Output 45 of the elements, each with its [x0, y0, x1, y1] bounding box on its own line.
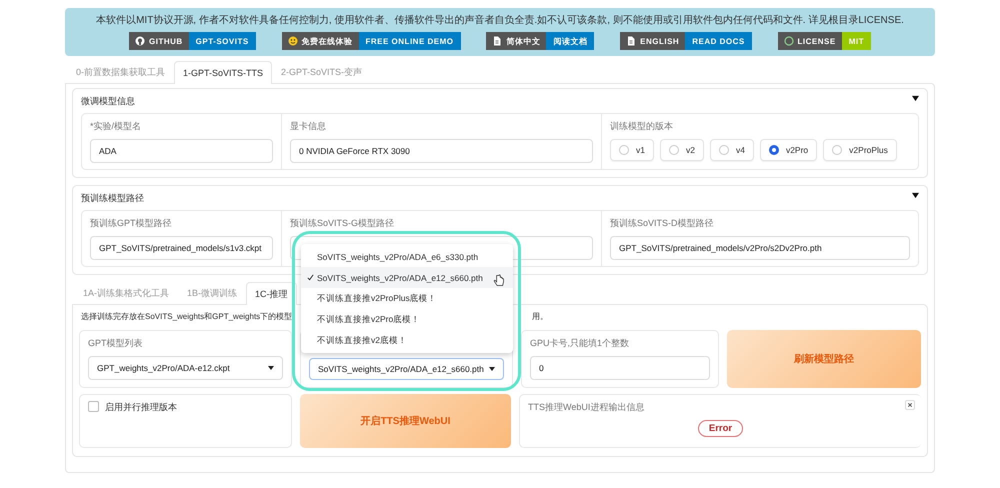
- check-icon: [307, 274, 314, 280]
- close-icon[interactable]: [905, 400, 915, 410]
- collapse-triangle-icon[interactable]: [912, 192, 919, 199]
- field-label: 预训练GPT模型路径: [90, 217, 173, 230]
- field-label: TTS推理WebUI进程输出信息: [528, 401, 646, 414]
- caret-icon: [489, 367, 495, 371]
- tab[interactable]: 1C-推理: [246, 282, 297, 305]
- radio-option[interactable]: v2: [660, 139, 704, 161]
- field-label: 预训练SoVITS-G模型路径: [290, 217, 396, 230]
- face-icon: [288, 36, 298, 46]
- dropdown[interactable]: GPT_weights_v2Pro/ADA-e12.ckpt: [88, 356, 283, 380]
- field-label: 预训练SoVITS-D模型路径: [610, 217, 715, 230]
- license-notice: 本软件以MIT协议开源, 作者不对软件具备任何控制力, 使用软件者、传播软件导出的声音者自负全责.如不认可该条款, 则不能使用或引用软件包内任何代码和文件. 详见根目录LICENSE.: [95, 14, 905, 27]
- instruction-text: 选择训练完存放在SoVITS_weights和GPT_weights下的模型: [81, 311, 292, 322]
- license-icon: [784, 36, 794, 46]
- menu-option[interactable]: 不训练直接推v2ProPlus底模！: [301, 288, 513, 309]
- tab[interactable]: 1-GPT-SoVITS-TTS: [174, 61, 272, 84]
- hand-cursor-icon: [493, 274, 504, 287]
- text-field[interactable]: 0: [530, 356, 710, 380]
- radio-option[interactable]: v4: [710, 139, 754, 161]
- text-field[interactable]: 0 NVIDIA GeForce RTX 3090: [290, 139, 593, 163]
- caret-icon: [268, 366, 274, 370]
- error-status: Error: [698, 420, 744, 437]
- radio-option[interactable]: v2ProPlus: [823, 139, 897, 161]
- collapse-triangle-icon[interactable]: [912, 95, 919, 102]
- section-title: 微调模型信息: [81, 95, 135, 108]
- radio-option[interactable]: v2Pro: [760, 139, 818, 161]
- dropdown[interactable]: SoVITS_weights_v2Pro/ADA_e12_s660.pth: [309, 358, 504, 380]
- menu-option[interactable]: SoVITS_weights_v2Pro/ADA_e12_s660.pth: [301, 267, 513, 288]
- menu-option[interactable]: 不训练直接推v2Pro底模！: [301, 309, 513, 330]
- radio-option[interactable]: v1: [610, 139, 654, 161]
- document-icon: [492, 36, 502, 46]
- text-field[interactable]: ADA: [90, 139, 273, 163]
- menu-option[interactable]: SoVITS_weights_v2Pro/ADA_e6_s330.pth: [301, 246, 513, 267]
- field-label: 训练模型的版本: [610, 120, 674, 133]
- field-label: GPU卡号,只能填1个整数: [530, 337, 630, 350]
- text-field[interactable]: GPT_SoVITS/pretrained_models/v2Pro/s2Dv2Pro.pth: [610, 236, 910, 260]
- document-icon: [626, 36, 636, 46]
- section-title: 预训练模型路径: [81, 192, 144, 205]
- text-field[interactable]: GPT_SoVITS/pretrained_models/s1v3.ckpt: [90, 236, 273, 260]
- field-label: *实验/模型名: [90, 120, 142, 133]
- instruction-text: 用。: [532, 311, 548, 322]
- menu-option[interactable]: 不训练直接推v2底模！: [301, 330, 513, 351]
- field-label: GPT模型列表: [88, 337, 144, 350]
- field-label: 显卡信息: [290, 120, 327, 133]
